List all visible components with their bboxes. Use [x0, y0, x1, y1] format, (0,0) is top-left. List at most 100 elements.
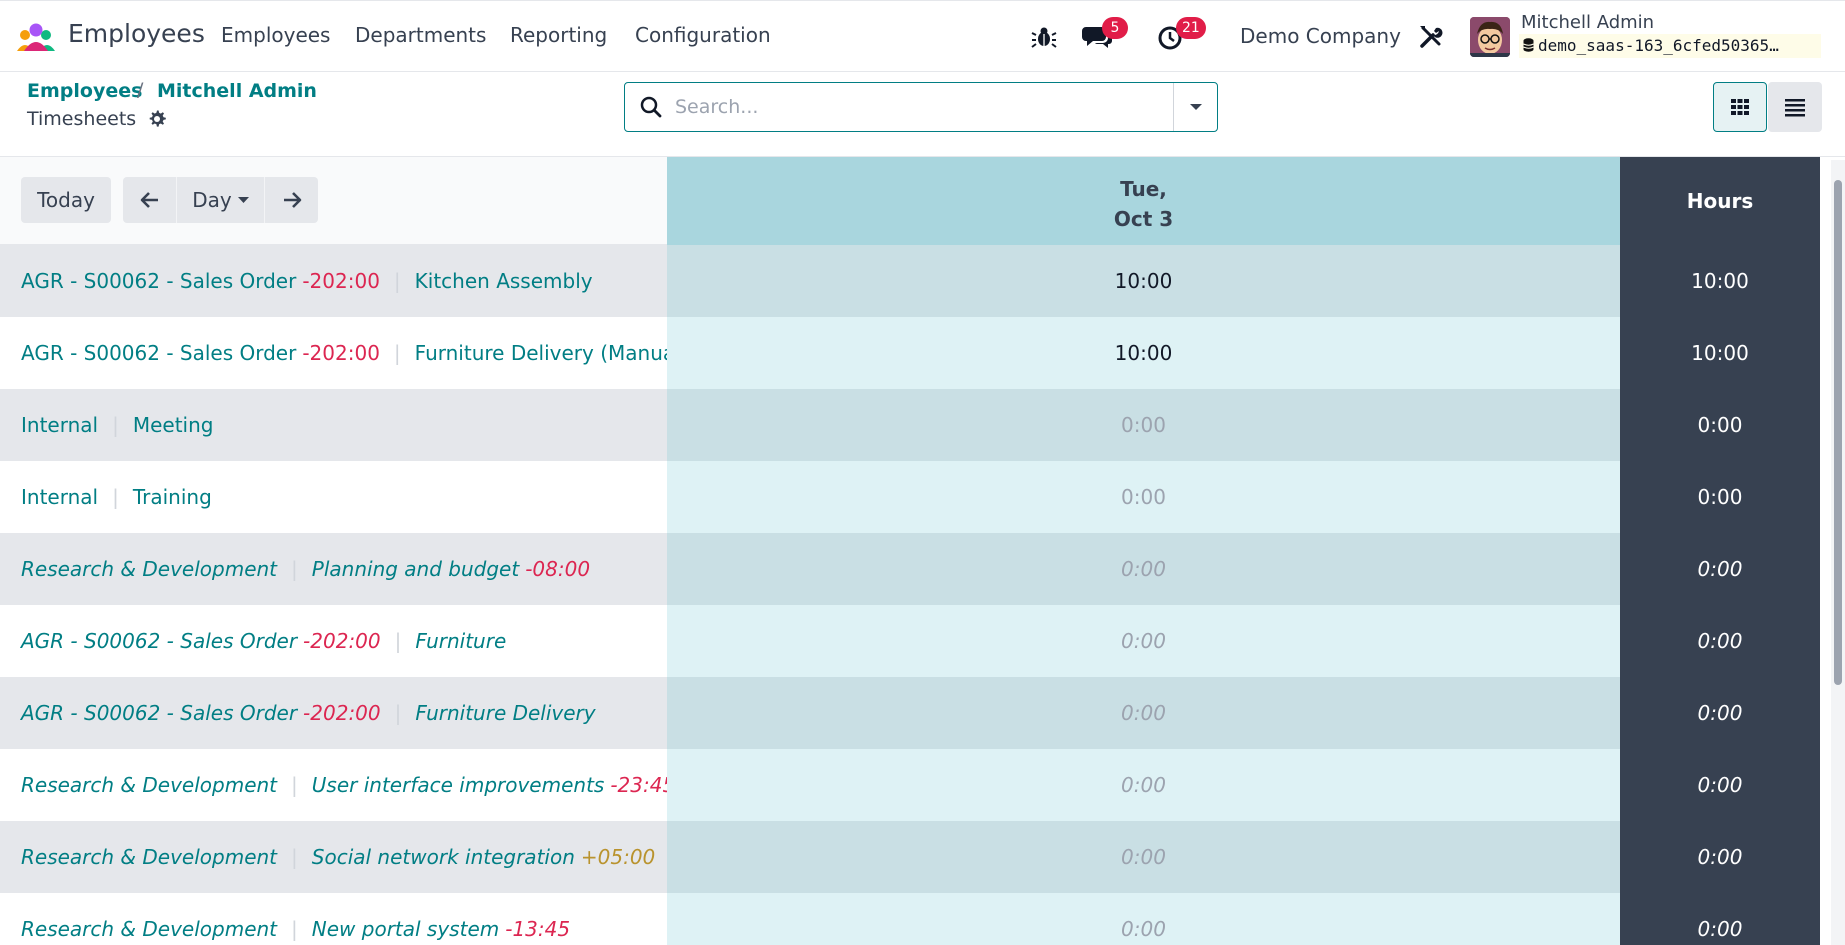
task-name[interactable]: Kitchen Assembly	[415, 269, 593, 293]
search-options-toggle[interactable]	[1173, 83, 1217, 131]
company-switcher[interactable]: Demo Company	[1240, 24, 1401, 48]
project-remaining-hours: -202:00	[302, 269, 380, 293]
caret-down-icon	[1190, 104, 1202, 110]
task-name[interactable]: Furniture Delivery	[415, 701, 595, 725]
app-name[interactable]: Employees	[68, 19, 205, 48]
table-row: AGR - S00062 - Sales Order -202:00 | Furnit…	[0, 677, 1845, 749]
day-cell[interactable]: 10:00	[667, 245, 1620, 317]
row-total-cell: 0:00	[1620, 461, 1820, 533]
day-cell[interactable]: 0:00	[667, 893, 1620, 945]
row-label: AGR - S00062 - Sales Order -202:00 | Furnit…	[0, 677, 667, 749]
breadcrumb-employees[interactable]: Employees	[27, 80, 142, 102]
project-name[interactable]: AGR - S00062 - Sales Order	[21, 341, 296, 365]
row-label: AGR - S00062 - Sales Order -202:00 | Kitche…	[0, 245, 667, 317]
row-total-cell: 10:00	[1620, 317, 1820, 389]
user-avatar[interactable]	[1470, 17, 1510, 57]
user-name[interactable]: Mitchell Admin	[1521, 12, 1654, 33]
menu-configuration[interactable]: Configuration	[635, 23, 771, 47]
row-total-cell: 0:00	[1620, 389, 1820, 461]
label-separator: |	[394, 701, 402, 725]
day-cell[interactable]: 0:00	[667, 389, 1620, 461]
task-name[interactable]: User interface improvements	[312, 773, 605, 797]
menu-reporting[interactable]: Reporting	[510, 23, 607, 47]
day-cell[interactable]: 0:00	[667, 677, 1620, 749]
range-label: Day	[192, 188, 232, 212]
project-name[interactable]: Research & Development	[21, 773, 277, 797]
task-name[interactable]: Social network integration	[312, 845, 575, 869]
table-row: Research & Development | Social network in…	[0, 821, 1845, 893]
vertical-scrollbar[interactable]	[1831, 160, 1845, 945]
project-name[interactable]: Internal	[21, 485, 98, 509]
label-separator: |	[291, 917, 298, 941]
task-remaining-hours: -13:45	[505, 917, 571, 941]
menu-departments[interactable]: Departments	[355, 23, 486, 47]
list-view-button[interactable]	[1768, 82, 1822, 132]
task-name[interactable]: New portal system	[312, 917, 499, 941]
day-cell[interactable]: 0:00	[667, 821, 1620, 893]
row-total-cell: 0:00	[1620, 821, 1820, 893]
day-header-date: Oct 3	[1113, 207, 1174, 231]
task-name[interactable]: Furniture Delivery (Manual)	[415, 341, 667, 365]
previous-button[interactable]	[123, 177, 176, 223]
label-separator: |	[291, 557, 298, 581]
project-remaining-hours: -202:00	[303, 629, 381, 653]
row-total-cell: 0:00	[1620, 749, 1820, 821]
grid-header-controls: Today Day	[0, 157, 667, 245]
day-cell[interactable]: 0:00	[667, 605, 1620, 677]
task-name[interactable]: Training	[133, 485, 212, 509]
settings-tools-icon[interactable]	[1417, 23, 1445, 51]
scrollbar-thumb[interactable]	[1834, 180, 1842, 685]
day-column-header: Tue, Oct 3	[667, 157, 1620, 245]
database-name-text: demo_saas-163_6cfed50365…	[1538, 36, 1779, 55]
employees-app-icon[interactable]	[16, 23, 56, 53]
gear-icon[interactable]	[147, 109, 167, 129]
task-name[interactable]: Furniture	[415, 629, 506, 653]
grid-view-button[interactable]	[1713, 82, 1767, 132]
range-dropdown-button[interactable]: Day	[177, 177, 264, 223]
table-row: AGR - S00062 - Sales Order -202:00 | Furnit…	[0, 317, 1845, 389]
activities-count-badge: 21	[1176, 17, 1206, 39]
table-row: Internal | Training 0:00 0:00	[0, 461, 1845, 533]
label-separator: |	[291, 773, 298, 797]
next-button[interactable]	[265, 177, 318, 223]
project-name[interactable]: Research & Development	[21, 557, 277, 581]
page-title: Timesheets	[27, 108, 137, 130]
table-row: AGR - S00062 - Sales Order -202:00 | Furnit…	[0, 605, 1845, 677]
list-icon	[1785, 99, 1805, 117]
label-separator: |	[394, 629, 402, 653]
day-cell[interactable]: 0:00	[667, 749, 1620, 821]
row-label: Research & Development | New portal system…	[0, 893, 667, 945]
breadcrumb-mitchell-admin[interactable]: Mitchell Admin	[157, 80, 317, 102]
day-cell[interactable]: 10:00	[667, 317, 1620, 389]
table-row: AGR - S00062 - Sales Order -202:00 | Kitche…	[0, 245, 1845, 317]
row-total-cell: 0:00	[1620, 677, 1820, 749]
row-total-cell: 0:00	[1620, 893, 1820, 945]
day-cell[interactable]: 0:00	[667, 533, 1620, 605]
label-separator: |	[112, 485, 119, 509]
search-input[interactable]	[675, 93, 1155, 121]
grid-icon	[1731, 99, 1749, 115]
range-navigation: Day	[123, 177, 318, 223]
task-name[interactable]: Planning and budget	[312, 557, 519, 581]
table-row: Research & Development | Planning and budg…	[0, 533, 1845, 605]
debug-bug-icon[interactable]	[1030, 23, 1058, 51]
project-name[interactable]: Internal	[21, 413, 98, 437]
task-remaining-hours: -23:45	[610, 773, 667, 797]
project-name[interactable]: Research & Development	[21, 845, 277, 869]
label-separator: |	[291, 845, 298, 869]
day-cell[interactable]: 0:00	[667, 461, 1620, 533]
project-name[interactable]: Research & Development	[21, 917, 277, 941]
menu-employees[interactable]: Employees	[221, 23, 330, 47]
messages-count-badge: 5	[1102, 17, 1128, 39]
project-name[interactable]: AGR - S00062 - Sales Order	[21, 701, 297, 725]
project-remaining-hours: -202:00	[302, 341, 380, 365]
task-name[interactable]: Meeting	[133, 413, 214, 437]
row-label: Research & Development | Social network in…	[0, 821, 667, 893]
task-remaining-hours: -08:00	[525, 557, 591, 581]
project-name[interactable]: AGR - S00062 - Sales Order	[21, 629, 297, 653]
table-row: Research & Development | User interface im…	[0, 749, 1845, 821]
project-name[interactable]: AGR - S00062 - Sales Order	[21, 269, 296, 293]
grid-header: Today Day Tue, Oct 3 Hours	[0, 157, 1845, 245]
arrow-left-icon	[140, 192, 158, 208]
today-button[interactable]: Today	[21, 177, 111, 223]
